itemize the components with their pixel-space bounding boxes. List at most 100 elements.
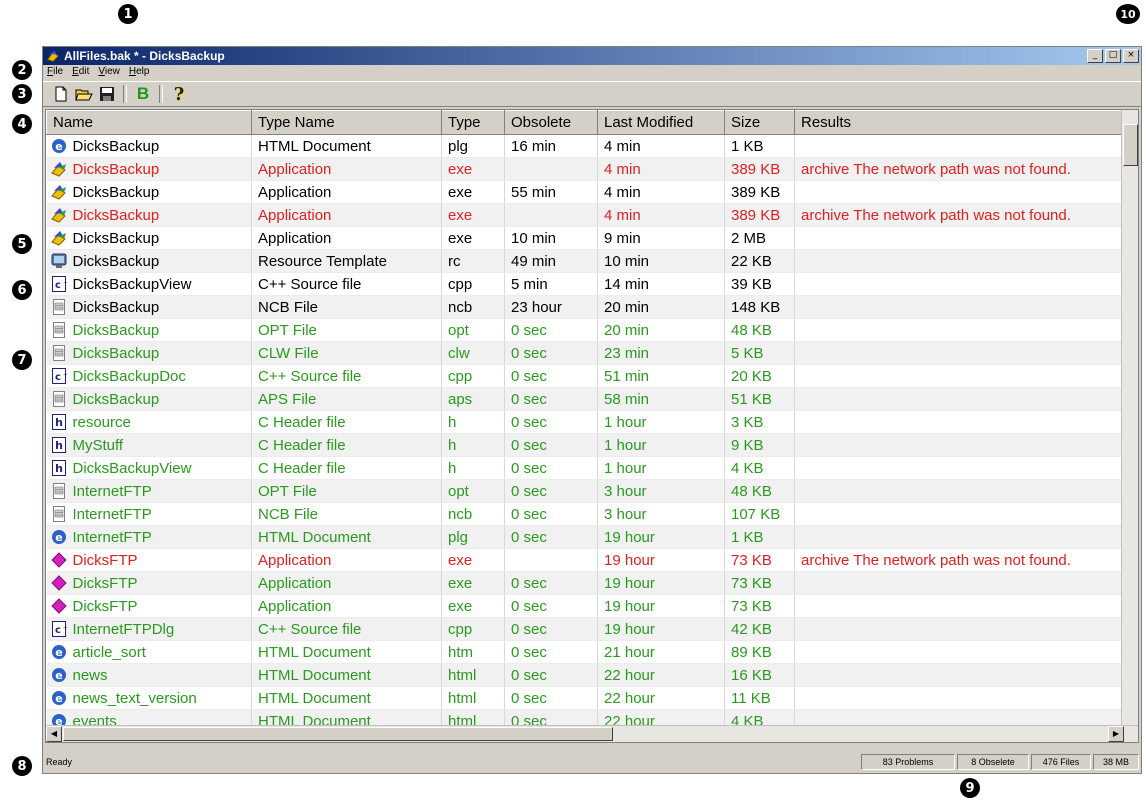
svg-text:e: e [55, 692, 62, 705]
file-name-label: DicksBackup [72, 390, 160, 408]
title-bar[interactable]: AllFiles.bak * - DicksBackup _ □ × [43, 47, 1141, 65]
new-file-button[interactable] [51, 84, 71, 104]
column-header-type-name[interactable]: Type Name [251, 110, 442, 135]
table-row[interactable]: DicksBackup Application exe 55 min 4 min 389 … [46, 180, 1127, 204]
vertical-scrollbar[interactable] [1121, 110, 1138, 726]
cell-type: plg [441, 134, 505, 158]
cell-obsolete: 55 min [504, 180, 598, 204]
document-icon [51, 390, 67, 407]
scroll-left-button[interactable]: ◀ [46, 726, 62, 742]
callout-5: 5 [12, 234, 32, 254]
cell-obsolete: 0 sec [504, 663, 598, 687]
column-header-last-modified[interactable]: Last Modified [597, 110, 725, 135]
cell-results [794, 456, 1127, 480]
table-row[interactable]: InternetFTP NCB File ncb 0 sec 3 hour 107 KB [46, 502, 1127, 526]
file-name-label: resource [72, 413, 131, 431]
backup-button[interactable]: B [133, 84, 153, 104]
cell-type: exe [441, 226, 505, 250]
cell-type-name: HTML Document [251, 525, 442, 549]
cell-last-modified: 23 min [597, 341, 725, 365]
scroll-right-button[interactable]: ▶ [1108, 726, 1124, 742]
table-row[interactable]: e DicksBackup HTML Document plg 16 min 4 min 1… [46, 134, 1127, 158]
column-header-size[interactable]: Size [724, 110, 795, 135]
table-row[interactable]: e article_sort HTML Document htm 0 sec 21 hou… [46, 640, 1127, 664]
cell-obsolete: 0 sec [504, 617, 598, 641]
table-row[interactable]: e news HTML Document html 0 sec 22 hour 16 KB [46, 663, 1127, 687]
minimize-button[interactable]: _ [1087, 49, 1103, 63]
callout-9: 9 [960, 778, 980, 798]
table-row[interactable]: DicksBackup NCB File ncb 23 hour 20 min 148 K… [46, 295, 1127, 319]
horizontal-scroll-thumb[interactable] [63, 727, 613, 741]
table-row[interactable]: c+DicksBackupViewC++ Source filecpp5 min… [46, 272, 1127, 296]
diamond-application-icon [50, 551, 67, 568]
table-row[interactable]: e news_text_version HTML Document html 0 sec… [46, 686, 1127, 710]
cell-type: html [441, 663, 505, 687]
table-row[interactable]: DicksBackup Application exe 4 min 389 KB arch… [46, 157, 1127, 181]
toolbar-separator [123, 85, 127, 103]
table-row[interactable]: h resource C Header file h 0 sec 1 hour 3 KB [46, 410, 1127, 434]
table-row[interactable]: DicksBackup Application exe 10 min 9 min 2 MB [46, 226, 1127, 250]
column-header-type[interactable]: Type [441, 110, 505, 135]
callout-3: 3 [12, 84, 32, 104]
document-icon [51, 505, 67, 522]
cell-name: e DicksBackup [46, 134, 252, 158]
table-row[interactable]: c+InternetFTPDlgC++ Source filecpp0 sec1… [46, 617, 1127, 641]
cell-last-modified: 19 hour [597, 548, 725, 572]
callout-1: 1 [118, 4, 138, 24]
cell-type-name: Application [251, 548, 442, 572]
close-button[interactable]: × [1123, 49, 1139, 63]
menu-view[interactable]: View [98, 66, 120, 80]
table-row[interactable]: h MyStuff C Header file h 0 sec 1 hour 9 KB [46, 433, 1127, 457]
vertical-scroll-thumb[interactable] [1123, 124, 1138, 166]
diamond-application-icon [50, 597, 67, 614]
file-name-label: DicksBackupView [72, 275, 192, 293]
callout-8: 8 [12, 756, 32, 776]
save-icon [100, 87, 114, 101]
cell-last-modified: 4 min [597, 134, 725, 158]
table-row[interactable]: DicksBackup Resource Template rc 49 min 10 m… [46, 249, 1127, 273]
cell-results [794, 272, 1127, 296]
svg-text:+: + [63, 280, 67, 287]
svg-text:c: c [55, 625, 61, 636]
help-button[interactable]: ? [169, 84, 189, 105]
app-window: AllFiles.bak * - DicksBackup _ □ × File … [42, 46, 1142, 774]
cell-type: exe [441, 594, 505, 618]
cell-last-modified: 20 min [597, 318, 725, 342]
menu-file[interactable]: File [47, 66, 63, 80]
file-name-label: DicksBackupDoc [72, 367, 186, 385]
cell-type: h [441, 410, 505, 434]
menu-help[interactable]: Help [129, 66, 150, 80]
table-row[interactable]: DicksBackup Application exe 4 min 389 KB arch… [46, 203, 1127, 227]
cell-type: htm [441, 640, 505, 664]
cell-results: archive The network path was not found. [794, 203, 1127, 227]
open-file-button[interactable] [74, 84, 94, 104]
file-list: Name Type Name Type Obsolete Last Modifi… [45, 109, 1139, 743]
menu-edit[interactable]: Edit [72, 66, 89, 80]
table-row[interactable]: c+DicksBackupDocC++ Source filecpp0 sec5… [46, 364, 1127, 388]
cell-results [794, 617, 1127, 641]
maximize-button[interactable]: □ [1105, 49, 1121, 63]
table-row[interactable]: DicksBackup CLW File clw 0 sec 23 min 5 KB [46, 341, 1127, 365]
column-header-results[interactable]: Results [794, 110, 1127, 135]
save-button[interactable] [97, 84, 117, 104]
svg-text:e: e [55, 531, 62, 544]
cell-results: archive The network path was not found. [794, 157, 1127, 181]
table-row[interactable]: DicksFTP Application exe 0 sec 19 hour 73 KB [46, 571, 1127, 595]
file-name-label: DicksBackup [72, 206, 160, 224]
table-row[interactable]: DicksFTP Application exe 19 hour 73 KB archiv… [46, 548, 1127, 572]
table-row[interactable]: e InternetFTP HTML Document plg 0 sec 19 hour… [46, 525, 1127, 549]
cell-name: DicksBackup [46, 387, 252, 411]
menu-bar: File Edit View Help [43, 66, 154, 80]
table-row[interactable]: DicksBackup OPT File opt 0 sec 20 min 48 KB [46, 318, 1127, 342]
column-header-name[interactable]: Name [46, 110, 252, 135]
cell-type-name: NCB File [251, 502, 442, 526]
table-row[interactable]: InternetFTP OPT File opt 0 sec 3 hour 48 KB [46, 479, 1127, 503]
table-row[interactable]: h DicksBackupView C Header file h 0 sec 1 hou… [46, 456, 1127, 480]
column-header-obsolete[interactable]: Obsolete [504, 110, 598, 135]
table-row[interactable]: DicksFTP Application exe 0 sec 19 hour 73 KB [46, 594, 1127, 618]
cell-name: DicksFTP [46, 571, 252, 595]
table-row[interactable]: DicksBackup APS File aps 0 sec 58 min 51 KB [46, 387, 1127, 411]
horizontal-scrollbar[interactable]: ◀ ▶ [46, 725, 1138, 742]
cell-name: c+InternetFTPDlg [46, 617, 252, 641]
cell-type: opt [441, 318, 505, 342]
